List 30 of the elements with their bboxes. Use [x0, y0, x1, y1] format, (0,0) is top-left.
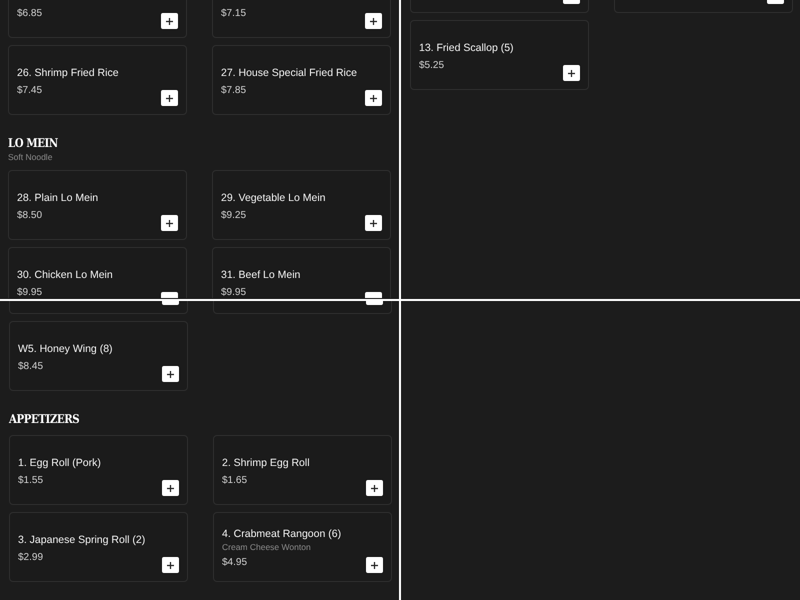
section-heading: LO MEIN — [8, 135, 58, 151]
dish-description: Cream Cheese Wonton — [222, 542, 312, 552]
dish-name: 28. Plain Lo Mein — [17, 190, 100, 204]
dish-price: $7.45 — [17, 84, 44, 96]
dish-name: W5. Honey Wing (8) — [18, 342, 114, 356]
dish-name: 3. Japanese Spring Roll (2) — [18, 532, 146, 546]
dish-price: $1.55 — [18, 474, 44, 486]
dish-name: 2. Shrimp Egg Roll — [222, 456, 311, 470]
dish-price: $7.15 — [221, 6, 248, 20]
dish-price: $9.95 — [17, 286, 44, 298]
dish-name: 27. House Special Fried Rice — [221, 66, 358, 80]
dish-price: $4.95 — [222, 556, 248, 569]
dish-name: 29. Vegetable Lo Mein — [221, 190, 326, 204]
dish-price: $9.95 — [221, 286, 248, 298]
dish-name: 31. Beef Lo Mein — [221, 268, 302, 282]
section-subtitle: Soft Noodle — [8, 152, 54, 163]
dish-name: 26. Shrimp Fried Rice — [17, 66, 120, 80]
dish-price: $5.25 — [419, 58, 446, 72]
dish-price: $8.45 — [18, 360, 44, 372]
section-heading: APPETIZERS — [9, 411, 80, 427]
dish-price: $8.50 — [17, 208, 44, 222]
dish-name: 4. Crabmeat Rangoon (6) — [222, 527, 342, 541]
dish-price: $7.85 — [221, 84, 248, 96]
dish-price: $2.99 — [18, 550, 44, 564]
dish-price: $9.25 — [221, 208, 248, 222]
dish-name: 30. Chicken Lo Mein — [17, 268, 114, 282]
dish-price: $6.85 — [17, 6, 44, 20]
dish-price: $1.65 — [222, 474, 248, 486]
dish-name: 1. Egg Roll (Pork) — [18, 456, 102, 470]
dish-name: 13. Fried Scallop (5) — [419, 40, 515, 54]
